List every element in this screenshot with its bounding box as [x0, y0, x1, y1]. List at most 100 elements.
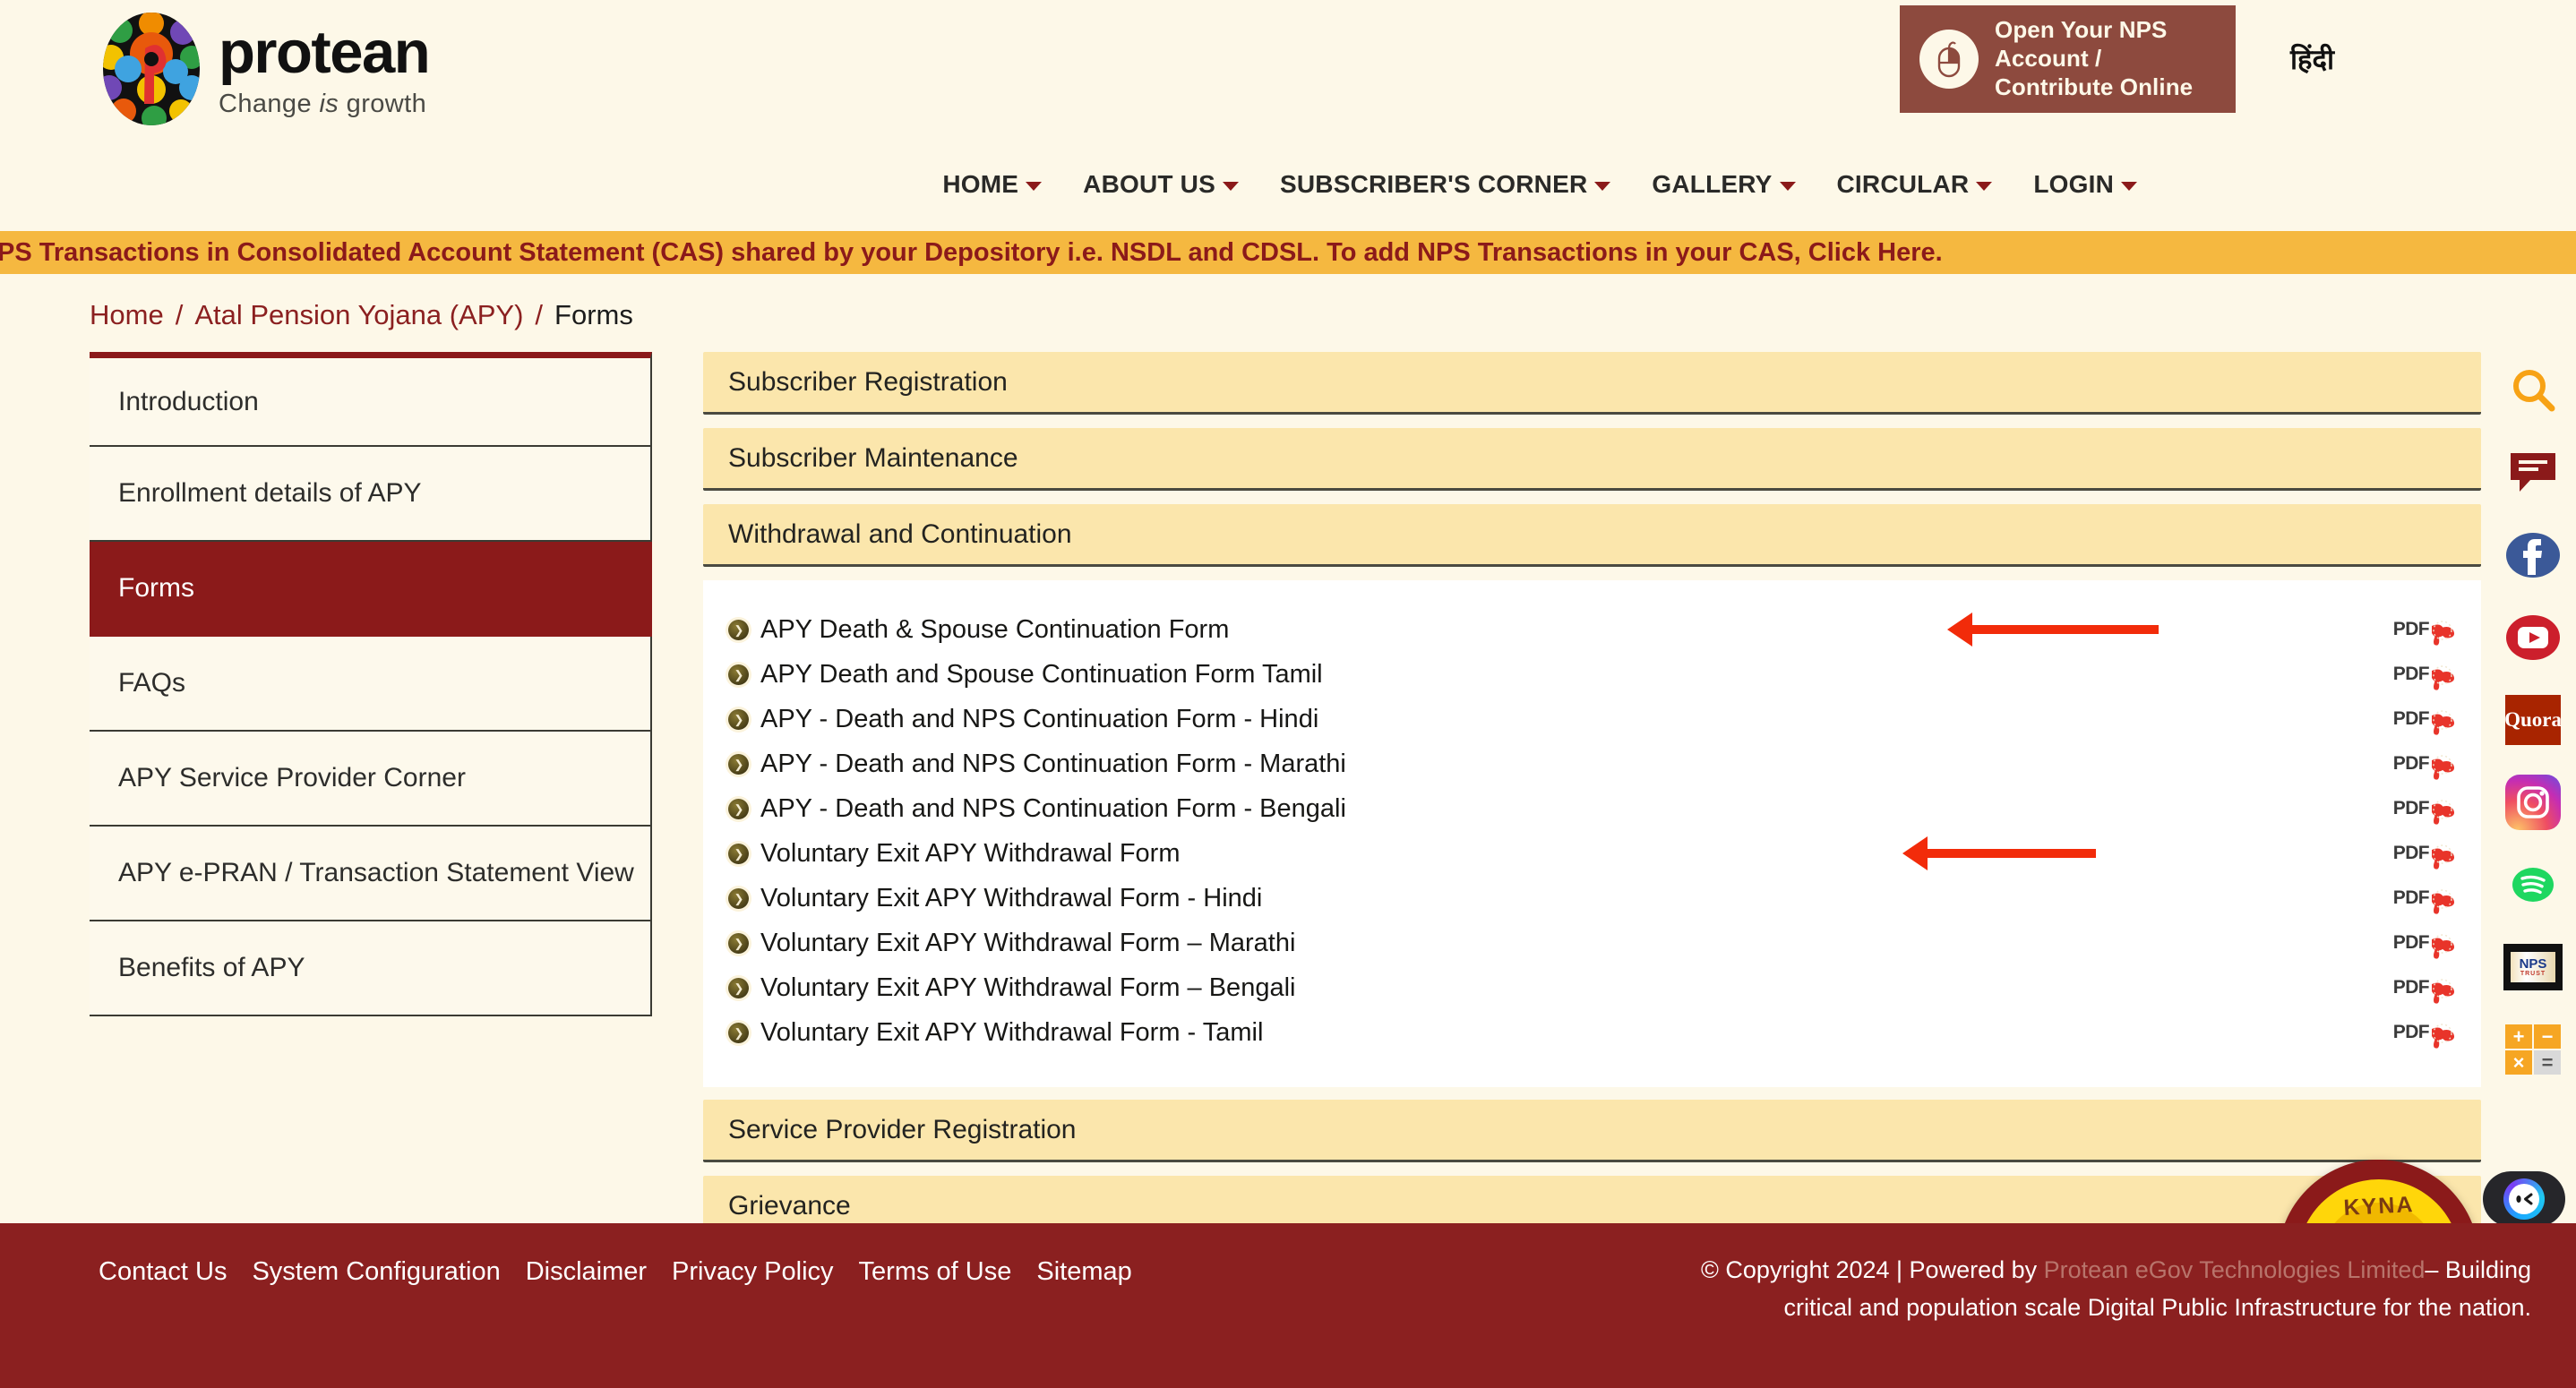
site-footer: Contact Us System Configuration Disclaimer…	[0, 1223, 2576, 1388]
accordion-header-subscriber-maintenance[interactable]: Subscriber Maintenance	[703, 428, 2481, 491]
nav-item-label: ABOUT US	[1083, 170, 1215, 198]
sidebar-item-introduction[interactable]: Introduction	[90, 352, 652, 447]
footer-link-disclaimer[interactable]: Disclaimer	[526, 1257, 647, 1287]
form-link[interactable]: Voluntary Exit APY Withdrawal Form - Hin…	[760, 884, 1262, 913]
instagram-icon[interactable]	[2490, 761, 2576, 844]
form-link[interactable]: APY Death and Spouse Continuation Form T…	[760, 660, 1323, 690]
nps-trust-label: NPS	[2519, 956, 2547, 972]
chevron-down-icon	[1026, 182, 1043, 191]
pdf-download-icon[interactable]: PDF	[2393, 837, 2458, 870]
footer-link-sitemap[interactable]: Sitemap	[1036, 1257, 1131, 1287]
form-list-item: APY Death & Spouse Continuation Form PDF	[703, 607, 2481, 652]
pdf-download-icon[interactable]: PDF	[2393, 882, 2458, 914]
sidebar-item-apy-service-provider-corner[interactable]: APY Service Provider Corner	[90, 732, 652, 827]
chevron-right-bullet-icon	[728, 977, 749, 998]
form-list-item: Voluntary Exit APY Withdrawal Form – Ben…	[703, 965, 2481, 1010]
pdf-label: PDF	[2392, 753, 2430, 774]
chat-widget-button[interactable]	[2483, 1171, 2565, 1227]
pdf-label: PDF	[2392, 843, 2430, 863]
open-nps-account-button[interactable]: Open Your NPS Account / Contribute Onlin…	[1900, 5, 2236, 113]
mouse-click-icon	[1919, 30, 1979, 89]
pdf-label: PDF	[2392, 887, 2430, 908]
chevron-right-bullet-icon	[728, 798, 749, 819]
form-link[interactable]: Voluntary Exit APY Withdrawal Form - Tam…	[760, 1018, 1263, 1048]
sidebar-item-apy-e-pran-transaction-statement-view[interactable]: APY e-PRAN / Transaction Statement View	[90, 827, 652, 921]
breadcrumb: Home / Atal Pension Yojana (APY) / Forms	[90, 299, 633, 331]
form-list-item: APY - Death and NPS Continuation Form - …	[703, 786, 2481, 831]
chat-widget-avatar	[2503, 1178, 2545, 1220]
pdf-download-icon[interactable]: PDF	[2393, 927, 2458, 959]
calc-key-minus: −	[2534, 1024, 2561, 1049]
chevron-right-bullet-icon	[728, 753, 749, 775]
footer-link-privacy-policy[interactable]: Privacy Policy	[672, 1257, 834, 1287]
protean-logo[interactable]: protean Change is growth	[99, 11, 431, 127]
sidebar-item-label: APY e-PRAN / Transaction Statement View	[118, 858, 634, 887]
page-root: protean Change is growth Open Your NPS A…	[0, 0, 2576, 1388]
form-link[interactable]: Voluntary Exit APY Withdrawal Form – Ben…	[760, 973, 1295, 1003]
accordion-header-withdrawal-and-continuation[interactable]: Withdrawal and Continuation	[703, 504, 2481, 567]
nav-item-login[interactable]: LOGIN	[2033, 170, 2137, 199]
pdf-download-icon[interactable]: PDF	[2393, 793, 2458, 825]
nps-trust-icon[interactable]: NPS TRUST	[2490, 926, 2576, 1008]
spotify-icon[interactable]	[2490, 844, 2576, 926]
accordion-header-label: Grievance	[728, 1190, 851, 1221]
pdf-download-icon[interactable]: PDF	[2393, 748, 2458, 780]
accordion-header-service-provider-registration[interactable]: Service Provider Registration	[703, 1100, 2481, 1162]
language-hindi-link[interactable]: हिंदी	[2290, 40, 2334, 78]
sidebar-item-enrollment-details-of-apy[interactable]: Enrollment details of APY	[90, 447, 652, 542]
footer-link-system-configuration[interactable]: System Configuration	[252, 1257, 500, 1287]
logo-wordmark: protean	[219, 18, 431, 86]
pdf-download-icon[interactable]: PDF	[2393, 613, 2458, 646]
form-link[interactable]: Voluntary Exit APY Withdrawal Form	[760, 839, 1180, 869]
accordion-panel-withdrawal-and-continuation: APY Death & Spouse Continuation FormPDFA…	[703, 580, 2481, 1087]
chevron-right-bullet-icon	[728, 932, 749, 954]
sidebar-item-forms[interactable]: Forms	[90, 542, 652, 637]
accordion-header-subscriber-registration[interactable]: Subscriber Registration	[703, 352, 2481, 415]
calc-key-equals: =	[2534, 1050, 2561, 1075]
facebook-icon[interactable]	[2490, 514, 2576, 596]
pdf-download-icon[interactable]: PDF	[2393, 658, 2458, 690]
form-list-item: Voluntary Exit APY Withdrawal Form PDF	[703, 831, 2481, 876]
pdf-download-icon[interactable]: PDF	[2393, 703, 2458, 735]
pdf-download-icon[interactable]: PDF	[2393, 972, 2458, 1004]
breadcrumb-parent[interactable]: Atal Pension Yojana (APY)	[194, 299, 523, 331]
form-link[interactable]: APY Death & Spouse Continuation Form	[760, 615, 1229, 645]
breadcrumb-home[interactable]: Home	[90, 299, 164, 331]
footer-links: Contact Us System Configuration Disclaimer…	[99, 1257, 1132, 1287]
youtube-icon[interactable]	[2490, 596, 2576, 679]
form-link[interactable]: APY - Death and NPS Continuation Form - …	[760, 794, 1346, 824]
chevron-down-icon	[1976, 182, 1993, 191]
breadcrumb-separator: /	[535, 299, 544, 330]
nav-item-home[interactable]: HOME	[942, 170, 1043, 199]
ticker-text[interactable]: Now view your NPS Transactions in Consol…	[0, 238, 1943, 268]
nav-item-about-us[interactable]: ABOUT US	[1083, 170, 1239, 199]
pdf-label: PDF	[2392, 932, 2430, 953]
quora-icon[interactable]: Quora	[2490, 679, 2576, 761]
footer-link-terms-of-use[interactable]: Terms of Use	[859, 1257, 1012, 1287]
footer-link-contact-us[interactable]: Contact Us	[99, 1257, 227, 1287]
chevron-right-bullet-icon	[728, 887, 749, 909]
sidebar-item-label: Introduction	[118, 386, 259, 416]
chat-icon[interactable]	[2490, 432, 2576, 514]
sidebar-item-benefits-of-apy[interactable]: Benefits of APY	[90, 921, 652, 1016]
nav-item-subscriber-s-corner[interactable]: SUBSCRIBER'S CORNER	[1280, 170, 1611, 199]
announcement-ticker: Now view your NPS Transactions in Consol…	[0, 231, 2576, 274]
form-link[interactable]: APY - Death and NPS Continuation Form - …	[760, 750, 1346, 779]
nav-item-circular[interactable]: CIRCULAR	[1837, 170, 1993, 199]
form-link[interactable]: Voluntary Exit APY Withdrawal Form – Mar…	[760, 929, 1295, 958]
nps-button-label: Open Your NPS Account / Contribute Onlin…	[1995, 16, 2194, 100]
company-link[interactable]: Protean eGov Technologies Limited	[2044, 1256, 2426, 1283]
footer-copyright: © Copyright 2024 | Powered by Protean eG…	[1456, 1252, 2531, 1327]
chevron-right-bullet-icon	[728, 843, 749, 864]
form-link[interactable]: APY - Death and NPS Continuation Form - …	[760, 705, 1318, 734]
pdf-download-icon[interactable]: PDF	[2393, 1016, 2458, 1049]
search-icon[interactable]	[2490, 349, 2576, 432]
quora-label: Quora	[2504, 708, 2562, 731]
sidebar-item-label: Forms	[118, 573, 194, 603]
sidebar-item-faqs[interactable]: FAQs	[90, 637, 652, 732]
chevron-down-icon	[1594, 182, 1611, 191]
nav-item-label: HOME	[942, 170, 1019, 198]
nav-item-gallery[interactable]: GALLERY	[1652, 170, 1796, 199]
calculator-icon[interactable]: + − × =	[2490, 1008, 2576, 1091]
nav-item-label: GALLERY	[1652, 170, 1773, 198]
